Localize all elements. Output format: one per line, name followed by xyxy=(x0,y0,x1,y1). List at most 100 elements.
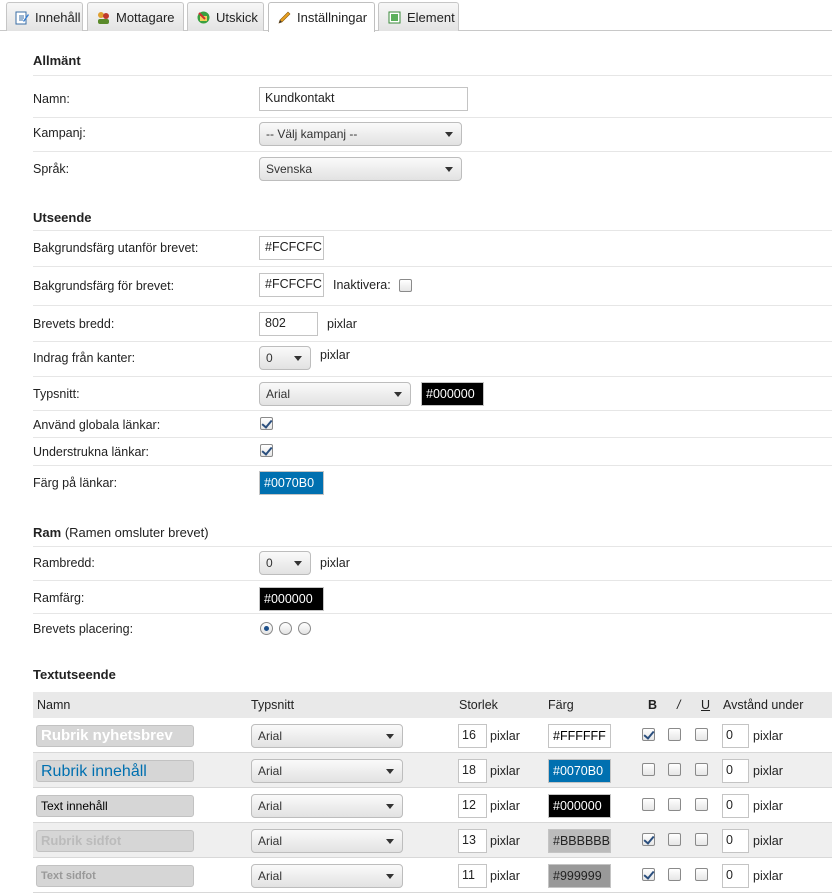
row-spacing-input[interactable]: 0 xyxy=(722,864,749,888)
row-spacing-unit: pixlar xyxy=(753,869,783,883)
row-underline-checkbox[interactable] xyxy=(695,728,708,741)
row-size-unit: pixlar xyxy=(490,834,520,848)
col-header-bold: B xyxy=(648,698,658,712)
font-color-swatch[interactable]: #000000 xyxy=(421,382,484,406)
tab-innehall[interactable]: Innehåll xyxy=(6,2,83,31)
global-links-checkbox[interactable] xyxy=(260,417,273,430)
row-bold-checkbox[interactable] xyxy=(642,798,655,811)
underline-links-label: Understrukna länkar: xyxy=(33,445,150,459)
pencil-icon xyxy=(277,10,292,25)
campaign-select[interactable]: -- Välj kampanj -- xyxy=(259,122,462,146)
row-italic-checkbox[interactable] xyxy=(668,833,681,846)
row-size-unit: pixlar xyxy=(490,799,520,813)
bg-outside-color-input[interactable]: #FCFCFC xyxy=(259,236,324,260)
tab-label: Element xyxy=(407,9,455,25)
section-title-general: Allmänt xyxy=(33,53,81,68)
row-spacing-input[interactable]: 0 xyxy=(722,759,749,783)
row-font-select[interactable]: Arial xyxy=(251,724,403,748)
underline-links-checkbox[interactable] xyxy=(260,444,273,457)
row-font-value: Arial xyxy=(258,764,283,778)
language-label: Språk: xyxy=(33,162,70,176)
bg-letter-color-input[interactable]: #FCFCFC xyxy=(259,273,324,297)
style-preview[interactable]: Rubrik innehåll xyxy=(36,760,194,782)
row-size-unit: pixlar xyxy=(490,869,520,883)
width-input[interactable]: 802 xyxy=(259,312,318,336)
row-size-input[interactable]: 11 xyxy=(458,864,487,888)
dispatch-icon xyxy=(196,10,211,25)
row-spacing-unit: pixlar xyxy=(753,834,783,848)
row-font-value: Arial xyxy=(258,834,283,848)
row-size-input[interactable]: 12 xyxy=(458,794,487,818)
divider xyxy=(33,410,832,411)
tab-mottagare[interactable]: Mottagare xyxy=(87,2,184,31)
row-spacing-input[interactable]: 0 xyxy=(722,794,749,818)
row-underline-checkbox[interactable] xyxy=(695,763,708,776)
col-header-name: Namn xyxy=(37,698,71,712)
row-font-select[interactable]: Arial xyxy=(251,794,403,818)
divider xyxy=(33,305,832,306)
divider xyxy=(33,266,832,267)
divider xyxy=(33,75,832,76)
col-header-italic: / xyxy=(677,698,681,712)
table-row: Rubrik innehåll Arial 18 pixlar #0070B0 … xyxy=(33,753,832,788)
frame-width-unit: pixlar xyxy=(320,556,350,570)
row-size-input[interactable]: 18 xyxy=(458,759,487,783)
tab-utskick[interactable]: Utskick xyxy=(187,2,264,31)
row-bold-checkbox[interactable] xyxy=(642,868,655,881)
table-row: Rubrik sidfot Arial 13 pixlar #BBBBBB 0 … xyxy=(33,823,832,858)
link-color-swatch[interactable]: #0070B0 xyxy=(259,471,324,495)
row-color-swatch[interactable]: #FFFFFF xyxy=(548,724,611,748)
divider xyxy=(33,546,832,547)
section-title-appearance: Utseende xyxy=(33,210,92,225)
row-size-input[interactable]: 13 xyxy=(458,829,487,853)
row-bold-checkbox[interactable] xyxy=(642,728,655,741)
global-links-label: Använd globala länkar: xyxy=(33,418,161,432)
row-font-select[interactable]: Arial xyxy=(251,829,403,853)
style-preview[interactable]: Text innehåll xyxy=(36,795,194,817)
row-size-input[interactable]: 16 xyxy=(458,724,487,748)
frame-color-swatch[interactable]: #000000 xyxy=(259,587,324,611)
row-color-swatch[interactable]: #BBBBBB xyxy=(548,829,611,853)
disable-checkbox[interactable] xyxy=(399,279,412,292)
row-underline-checkbox[interactable] xyxy=(695,868,708,881)
row-spacing-input[interactable]: 0 xyxy=(722,724,749,748)
indent-select-value: 0 xyxy=(266,351,273,365)
placement-radio-right[interactable] xyxy=(298,622,311,635)
table-row: Text sidfot Arial 11 pixlar #999999 0 pi… xyxy=(33,858,832,893)
row-underline-checkbox[interactable] xyxy=(695,833,708,846)
row-bold-checkbox[interactable] xyxy=(642,763,655,776)
row-color-swatch[interactable]: #999999 xyxy=(548,864,611,888)
placement-radio-center[interactable] xyxy=(279,622,292,635)
row-italic-checkbox[interactable] xyxy=(668,763,681,776)
row-font-select[interactable]: Arial xyxy=(251,759,403,783)
element-icon xyxy=(387,10,402,25)
chevron-down-icon xyxy=(445,132,453,137)
indent-label: Indrag från kanter: xyxy=(33,351,136,365)
divider xyxy=(33,151,832,152)
style-preview[interactable]: Rubrik sidfot xyxy=(36,830,194,852)
frame-color-label: Ramfärg: xyxy=(33,591,85,605)
row-italic-checkbox[interactable] xyxy=(668,868,681,881)
indent-select[interactable]: 0 xyxy=(259,346,311,370)
row-spacing-input[interactable]: 0 xyxy=(722,829,749,853)
tab-element[interactable]: Element xyxy=(378,2,459,31)
frame-width-select[interactable]: 0 xyxy=(259,551,311,575)
name-input[interactable]: Kundkontakt xyxy=(259,87,468,111)
style-preview[interactable]: Text sidfot xyxy=(36,865,194,887)
row-font-select[interactable]: Arial xyxy=(251,864,403,888)
row-underline-checkbox[interactable] xyxy=(695,798,708,811)
link-color-label: Färg på länkar: xyxy=(33,476,118,490)
row-color-swatch[interactable]: #000000 xyxy=(548,794,611,818)
row-bold-checkbox[interactable] xyxy=(642,833,655,846)
row-italic-checkbox[interactable] xyxy=(668,798,681,811)
language-select[interactable]: Svenska xyxy=(259,157,462,181)
edit-content-icon xyxy=(15,10,30,25)
row-font-value: Arial xyxy=(258,729,283,743)
placement-radio-left[interactable] xyxy=(260,622,273,635)
row-size-unit: pixlar xyxy=(490,729,520,743)
row-italic-checkbox[interactable] xyxy=(668,728,681,741)
style-preview[interactable]: Rubrik nyhetsbrev xyxy=(36,725,194,747)
tab-installningar[interactable]: Inställningar xyxy=(268,2,375,32)
row-color-swatch[interactable]: #0070B0 xyxy=(548,759,611,783)
font-select[interactable]: Arial xyxy=(259,382,411,406)
